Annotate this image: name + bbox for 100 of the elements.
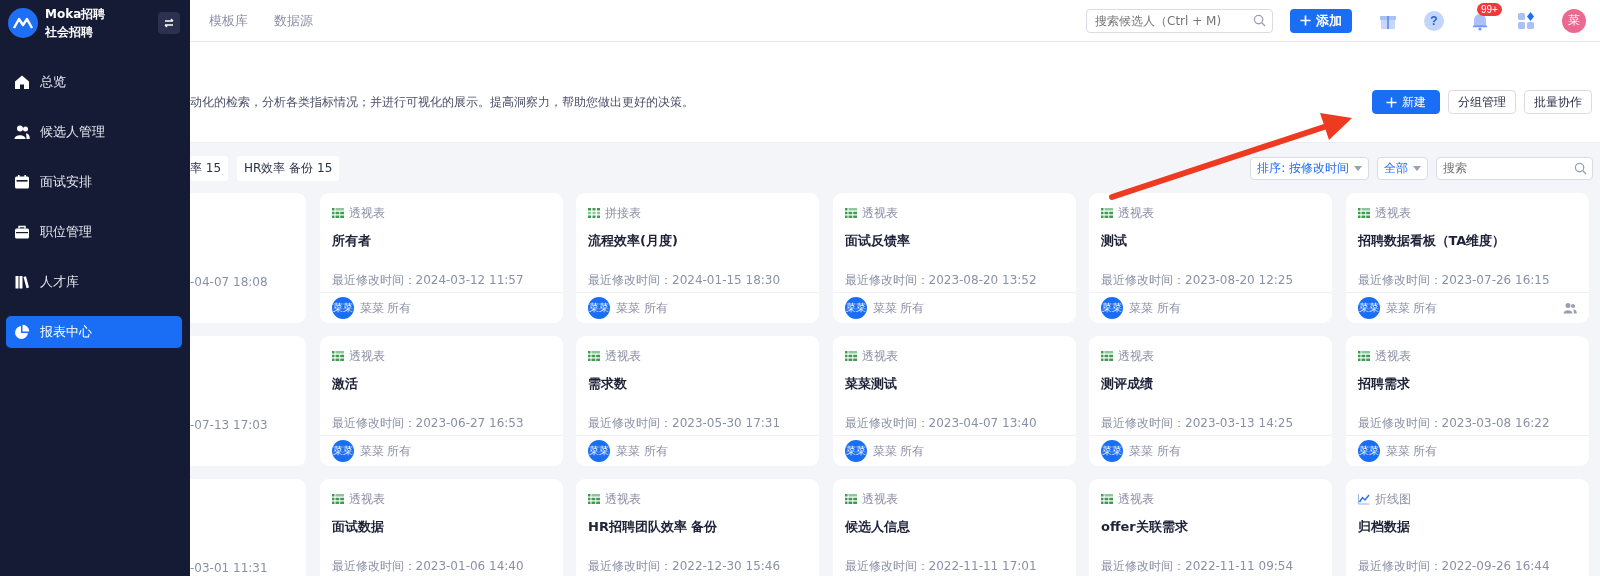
report-card[interactable]: 透视表 需求数 最近修改时间：2023-05-30 17:31 菜菜 菜菜 所有 [576, 336, 819, 466]
report-type: 折线图 [1374, 490, 1411, 508]
nav-item[interactable]: 面试安排 [6, 166, 182, 198]
report-title: offer关联需求 [1101, 518, 1189, 535]
report-type: 透视表 [348, 347, 385, 365]
owner-avatar: 菜菜 [588, 440, 610, 462]
nav-item[interactable]: 总览 [6, 66, 182, 98]
owner-avatar: 菜菜 [1101, 297, 1123, 319]
report-card[interactable]: 拼接表 流程效率(月度) 最近修改时间：2024-01-15 18:30 菜菜 菜菜 所有 [576, 193, 819, 323]
report-type: 拼接表 [605, 204, 641, 222]
owner-label: 菜菜 所有 [872, 442, 925, 460]
group-tab[interactable]: 率 15 [190, 155, 229, 181]
report-card[interactable]: 透视表 面试数据 最近修改时间：2023-01-06 14:40 [319, 479, 563, 576]
nav-item[interactable]: 候选人管理 [6, 116, 182, 148]
report-title: 激活 [331, 375, 359, 392]
report-type: 透视表 [1118, 204, 1154, 222]
owner-label: 菜菜 所有 [359, 299, 412, 317]
table-icon [1357, 350, 1370, 362]
help-button[interactable]: ? [1424, 10, 1444, 31]
home-icon [14, 74, 30, 90]
table-icon [1101, 493, 1113, 505]
report-card[interactable]: 透视表 offer关联需求 最近修改时间：2022-11-11 09:54 [1089, 479, 1332, 576]
action-button[interactable]: 批量协作 [1524, 90, 1592, 114]
report-type: 透视表 [861, 204, 898, 222]
report-title: 招聘需求 [1357, 375, 1411, 392]
report-card[interactable]: 透视表 招聘数据看板（TA维度） 最近修改时间：2023-07-26 16:15 菜菜 菜菜 所有 [1345, 193, 1589, 323]
owner-label: 菜菜 所有 [1129, 442, 1181, 460]
modified-time: 最近修改时间：2024-03-12 11:57 [331, 272, 525, 288]
modified-time: -07-13 17:03 [190, 417, 269, 433]
report-card[interactable]: 透视表 菜菜测试 最近修改时间：2023-04-07 13:40 菜菜 菜菜 所有 [832, 336, 1076, 466]
modified-time: 最近修改时间：2022-09-26 16:44 [1357, 558, 1551, 574]
owner-label: 菜菜 所有 [872, 299, 925, 317]
group-tab[interactable]: HR效率 备份 15 [237, 155, 340, 181]
table-icon [844, 493, 857, 505]
owner-label: 菜菜 所有 [1385, 299, 1438, 317]
table-icon [588, 207, 600, 219]
modified-time: 最近修改时间：2023-08-20 13:52 [844, 272, 1038, 288]
report-type: 透视表 [1374, 347, 1411, 365]
workspace-name: 社会招聘 [45, 24, 94, 40]
table-icon [1101, 207, 1113, 219]
brand-name: Moka招聘 [45, 6, 107, 22]
report-card[interactable]: 透视表 HR招聘团队效率 备份 最近修改时间：2022-12-30 15:46 [576, 479, 819, 576]
modified-time: 最近修改时间：2022-12-30 15:46 [588, 558, 782, 574]
owner-avatar: 菜菜 [331, 440, 354, 462]
action-button[interactable]: 分组管理 [1448, 90, 1516, 114]
apps-icon[interactable] [1516, 10, 1536, 31]
report-card[interactable]: 透视表 所有者 最近修改时间：2024-03-12 11:57 菜菜 菜菜 所有 [319, 193, 563, 323]
modified-time: 最近修改时间：2023-03-08 16:22 [1357, 415, 1551, 431]
report-card[interactable]: 透视表 测试 最近修改时间：2023-08-20 12:25 菜菜 菜菜 所有 [1089, 193, 1332, 323]
owner-label: 菜菜 所有 [359, 442, 412, 460]
swap-arrows-icon [163, 17, 175, 29]
books-icon [14, 274, 30, 290]
modified-time: 最近修改时间：2022-11-11 17:01 [844, 558, 1038, 574]
table-icon [1101, 350, 1113, 362]
modified-time: 最近修改时间：2023-06-27 16:53 [331, 415, 525, 431]
report-card[interactable]: 折线图 归档数据 最近修改时间：2022-09-26 16:44 [1345, 479, 1589, 576]
table-icon [1357, 207, 1370, 219]
report-card[interactable]: 透视表 激活 最近修改时间：2023-06-27 16:53 菜菜 菜菜 所有 [319, 336, 563, 466]
modified-time: 最近修改时间：2023-05-30 17:31 [588, 415, 782, 431]
report-type: 透视表 [1118, 347, 1154, 365]
report-type: 透视表 [348, 490, 385, 508]
briefcase-icon [14, 224, 30, 240]
sort-dropdown[interactable]: 排序: 按修改时间 [1250, 156, 1369, 180]
owner-avatar: 菜菜 [331, 297, 354, 319]
owner-label: 菜菜 所有 [616, 299, 668, 317]
add-button[interactable]: 添加 [1290, 8, 1352, 33]
page-description: 动化的检索，分析各类指标情况；并进行可视化的展示。提高洞察力，帮助您做出更好的决策。 [190, 93, 694, 111]
shared-users-icon [1562, 302, 1577, 314]
table-icon [588, 350, 600, 362]
modified-time: 最近修改时间：2023-08-20 12:25 [1101, 272, 1295, 288]
report-card[interactable]: 透视表 候选人信息 最近修改时间：2022-11-11 17:01 [832, 479, 1076, 576]
report-card[interactable]: 透视表 面试反馈率 最近修改时间：2023-08-20 13:52 菜菜 菜菜 所有 [832, 193, 1076, 323]
switch-button[interactable] [158, 12, 180, 34]
report-type: 透视表 [605, 347, 641, 365]
owner-avatar: 菜菜 [588, 297, 610, 319]
owner-label: 菜菜 所有 [616, 442, 668, 460]
scope-dropdown[interactable]: 全部 [1377, 156, 1428, 180]
action-button[interactable]: 新建 [1372, 90, 1440, 114]
logo-icon [8, 8, 38, 38]
candidate-search-field[interactable]: 搜索候选人（Ctrl + M) [1086, 8, 1273, 33]
nav-item[interactable]: 职位管理 [6, 216, 182, 248]
report-title: 招聘数据看板（TA维度） [1357, 232, 1507, 249]
report-title: 面试数据 [331, 518, 385, 535]
report-title: HR招聘团队效率 备份 [588, 518, 719, 535]
calendar-icon [14, 174, 30, 190]
report-card[interactable]: 透视表 招聘需求 最近修改时间：2023-03-08 16:22 菜菜 菜菜 所有 [1345, 336, 1589, 466]
nav-item[interactable]: 报表中心 [6, 316, 182, 348]
modified-time: 最近修改时间：2022-11-11 09:54 [1101, 558, 1295, 574]
report-type: 透视表 [861, 347, 898, 365]
report-title: 测评成绩 [1101, 375, 1154, 392]
report-search-field[interactable]: 搜索 [1436, 156, 1593, 180]
report-title: 菜菜测试 [844, 375, 898, 392]
nav-item[interactable]: 人才库 [6, 266, 182, 298]
report-card[interactable]: 透视表 测评成绩 最近修改时间：2023-03-13 14:25 菜菜 菜菜 所有 [1089, 336, 1332, 466]
report-type: 透视表 [1118, 490, 1154, 508]
plus-icon [1386, 96, 1397, 108]
owner-avatar: 菜菜 [1101, 440, 1123, 462]
report-type: 透视表 [861, 490, 898, 508]
search-icon [1253, 14, 1266, 27]
owner-label: 菜菜 所有 [1385, 442, 1438, 460]
